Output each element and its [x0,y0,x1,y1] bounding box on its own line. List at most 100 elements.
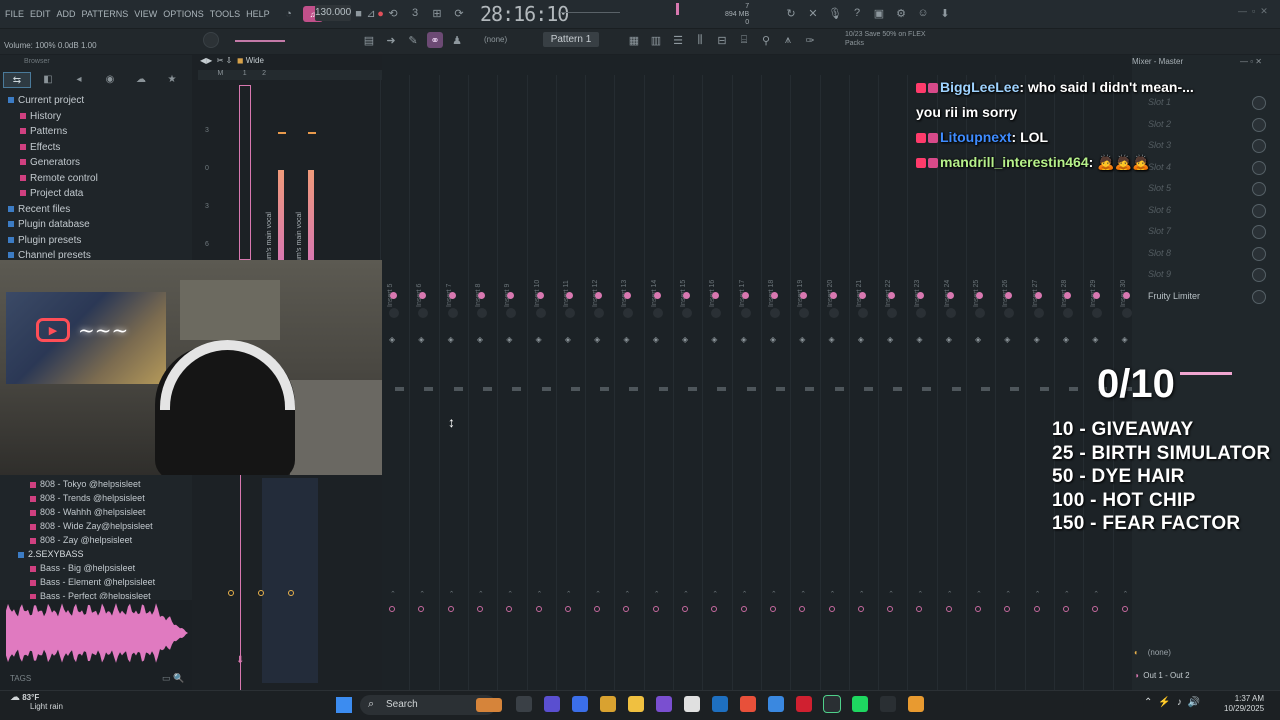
browser-tab[interactable]: ◉ [96,72,124,88]
insert-route-knob[interactable] [389,606,395,612]
insert-pan-knob[interactable] [769,308,780,318]
mixer-insert-strip[interactable]: Insert 15◈⌃ [673,75,702,690]
menu-item-options[interactable]: OPTIONS [160,9,207,19]
route-arrow-icon[interactable]: ⌃ [830,590,836,598]
insert-send-knob[interactable] [1093,292,1101,299]
insert-route-knob[interactable] [740,606,747,612]
insert-send-knob[interactable] [565,292,573,299]
tuner-icon[interactable]: ⩚ [780,32,796,48]
mixer-insert-strip[interactable]: Insert 10 ◈ ⌃ [526,75,556,690]
effect-slot[interactable]: Slot 6 [1134,200,1280,222]
insert-send-knob[interactable] [390,292,397,299]
menu-item-file[interactable]: FILE [2,9,27,19]
piano-roll-icon[interactable]: ▥ [648,32,664,48]
mixer-insert-strip[interactable]: Insert 11 ◈ ⌃ [555,75,585,690]
panic-icon[interactable]: ✕ [805,5,821,21]
route-arrow-icon[interactable]: ⌃ [976,590,982,598]
copilot-icon[interactable] [572,696,588,712]
browser-tab[interactable]: ◧ [34,72,62,88]
insert-pan-knob[interactable] [945,308,956,318]
menu-item-add[interactable]: ADD [54,9,79,19]
insert-pan-knob[interactable] [476,308,487,318]
brave-icon[interactable] [740,696,756,712]
insert-route-knob[interactable] [652,606,659,612]
browser-tree-item[interactable]: Patterns [8,124,188,140]
master-pitch-slider[interactable] [560,12,620,13]
insert-route-knob[interactable] [447,606,454,612]
opera-icon[interactable] [796,696,812,712]
insert-route-knob[interactable] [1062,606,1069,612]
route-arrow-icon[interactable]: ⌃ [1064,590,1070,598]
insert-fader[interactable] [981,387,990,391]
insert-pan-knob[interactable] [740,308,751,318]
insert-route-knob[interactable] [418,606,425,612]
insert-fader[interactable] [570,387,580,391]
insert-route-knob[interactable] [711,606,718,612]
mixer-input[interactable]: ◐ (none) [1134,648,1280,662]
pack-item[interactable]: 808 - Tokyo @helpsisleet [18,477,190,491]
insert-send-knob[interactable] [1034,292,1042,299]
record-knob-icon[interactable]: ◔ [281,6,297,22]
stamp-icon[interactable]: ♟ [449,32,465,48]
route-arrow-icon[interactable]: ⌃ [566,590,572,598]
steam-icon[interactable] [712,696,728,712]
insert-route-knob[interactable] [506,606,513,612]
task-view-icon[interactable] [516,696,532,712]
slot-mix-knob[interactable] [1252,160,1266,175]
insert-send-knob[interactable] [976,292,983,299]
insert-fader[interactable] [688,387,697,391]
browser-tab[interactable]: ⇆ [3,72,31,88]
insert-fader[interactable] [424,387,434,391]
download-icon[interactable]: ⬇ [937,5,953,21]
insert-fader[interactable] [395,387,404,391]
slot-mix-knob[interactable] [1252,268,1266,282]
insert-pan-knob[interactable] [418,308,429,318]
route-arrow-icon[interactable]: ⌃ [654,590,660,598]
route-arrow-icon[interactable]: ⌃ [419,590,425,598]
insert-send-knob[interactable] [712,292,720,299]
menu-item-edit[interactable]: EDIT [27,9,54,19]
pack-item[interactable]: Bass - Element @helpsisleet [18,575,190,589]
insert-send-knob[interactable] [595,292,603,299]
browser-tree-item[interactable]: Current project [8,93,188,109]
spotify-icon[interactable] [852,696,868,712]
insert-pan-knob[interactable] [682,308,692,318]
insert-fader[interactable] [775,387,785,391]
browser-tree-item[interactable]: Channel presets [8,248,188,259]
insert-fader[interactable] [1039,387,1049,391]
browser-tree-item[interactable]: Recent files [8,202,188,218]
insert-pan-knob[interactable] [535,308,546,318]
tag-search-icon[interactable]: ▭ 🔍 [162,673,184,684]
insert-fader[interactable] [629,387,639,391]
effect-slot[interactable]: Slot 9 [1134,264,1280,286]
pack-item[interactable]: 2.SEXYBASS [18,547,190,561]
insert-pan-knob[interactable] [564,308,575,318]
insert-route-knob[interactable] [535,606,542,612]
help-icon[interactable]: ? [849,5,865,21]
route-arrow-icon[interactable]: ⌃ [947,590,953,598]
insert-pan-knob[interactable] [447,308,458,318]
insert-pan-knob[interactable] [506,308,517,318]
route-arrow-icon[interactable]: ⌃ [859,590,865,598]
insert-route-knob[interactable] [769,606,776,612]
browser-tree-item[interactable]: Project data [8,186,188,202]
snap-selector[interactable]: (none) [484,35,507,44]
insert-send-knob[interactable] [1063,292,1071,299]
insert-send-knob[interactable] [507,292,515,299]
loop-record-icon[interactable]: ⟳ [451,5,467,21]
menu-item-tools[interactable]: TOOLS [207,9,243,19]
window-controls[interactable]: — ▫ ✕ [1238,6,1268,17]
pack-item[interactable]: 808 - Wide Zay@helpsisleet [18,519,190,533]
insert-fader[interactable] [1068,387,1078,391]
route-arrow-icon[interactable]: ⌃ [537,590,543,598]
insert-send-knob[interactable] [653,292,661,299]
reset-icon[interactable]: ↻ [783,5,799,21]
insert-fader[interactable] [512,387,522,391]
insert-pan-knob[interactable] [711,308,722,318]
route-arrow-icon[interactable]: ⌃ [771,590,777,598]
route-arrow-icon[interactable]: ⌃ [390,590,396,598]
weather-widget[interactable]: ☁ 83°F Light rain [10,693,63,712]
insert-pan-knob[interactable] [623,308,634,318]
mixer-insert-strip[interactable]: Insert 12◈⌃ [585,75,614,690]
plugin-picker-icon[interactable]: ⌸ [736,32,752,48]
